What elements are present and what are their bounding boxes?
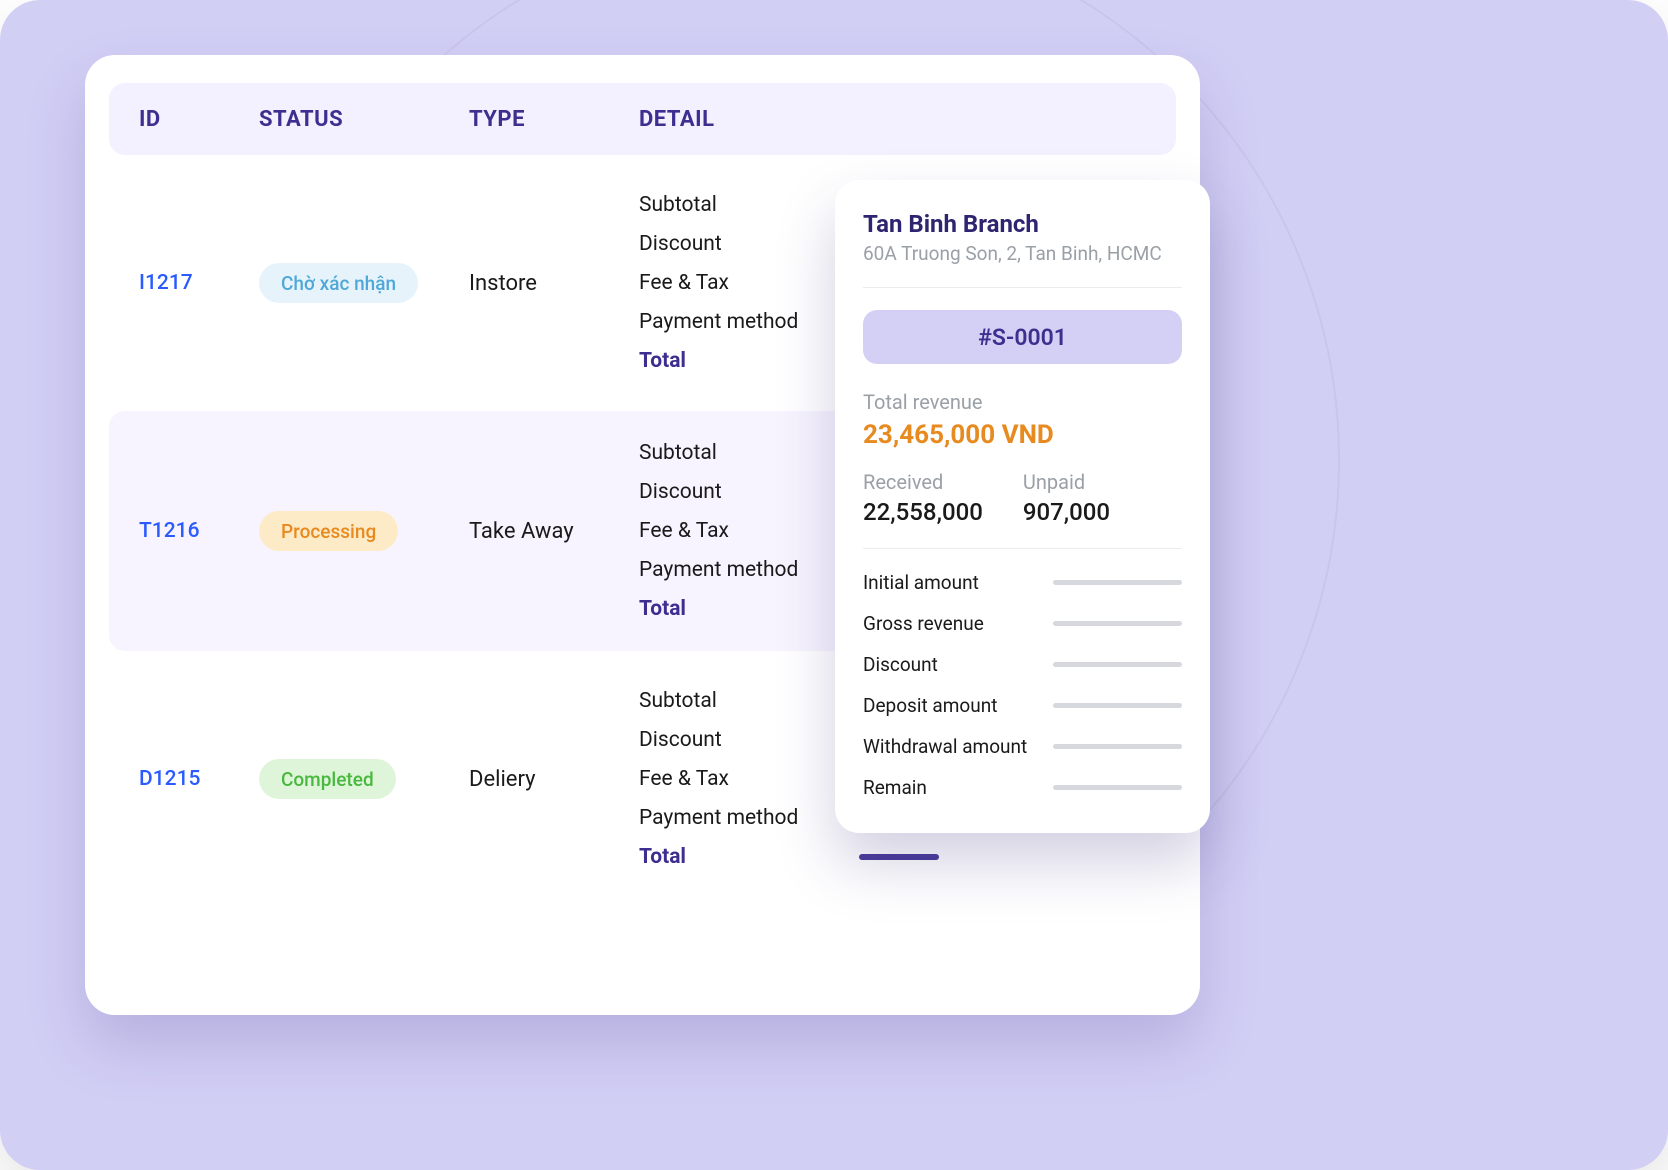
header-id: ID [139,107,259,132]
status-pill: Completed [259,759,396,799]
metric-list: Initial amount Gross revenue Discount Depos… [863,571,1182,799]
unpaid-block: Unpaid 907,000 [1023,470,1110,526]
value-bar [1053,744,1182,749]
detail-total: Total [639,845,1146,869]
order-type: Take Away [469,441,639,621]
metric-label: Deposit amount [863,694,1033,717]
value-bar [1053,621,1182,626]
branch-address: 60A Truong Son, 2, Tan Binh, HCMC [863,242,1182,265]
divider [863,287,1182,288]
canvas: ID STATUS TYPE DETAIL I1217 Chờ xác nhận… [0,0,1668,1170]
metric-label: Discount [863,653,1033,676]
unpaid-label: Unpaid [1023,470,1110,494]
order-status: Chờ xác nhận [259,193,469,373]
order-type: Deliery [469,689,639,869]
metric-label: Initial amount [863,571,1033,594]
metric-line: Discount [863,653,1182,676]
metric-label: Gross revenue [863,612,1033,635]
metric-line: Withdrawal amount [863,735,1182,758]
branch-name: Tan Binh Branch [863,210,1182,238]
value-bar [1053,785,1182,790]
received-block: Received 22,558,000 [863,470,983,526]
order-status: Completed [259,689,469,869]
status-pill: Chờ xác nhận [259,263,418,303]
header-detail: DETAIL [639,107,1146,132]
received-unpaid-row: Received 22,558,000 Unpaid 907,000 [863,470,1182,526]
status-pill: Processing [259,511,398,551]
unpaid-value: 907,000 [1023,498,1110,526]
branch-summary-card: Tan Binh Branch 60A Truong Son, 2, Tan B… [835,180,1210,833]
header-type: TYPE [469,107,639,132]
value-bar [1053,662,1182,667]
metric-line: Gross revenue [863,612,1182,635]
order-type: Instore [469,193,639,373]
total-revenue-label: Total revenue [863,390,1182,414]
metric-line: Remain [863,776,1182,799]
order-status: Processing [259,441,469,621]
order-id[interactable]: I1217 [139,193,259,373]
received-label: Received [863,470,983,494]
value-bar [859,854,939,860]
divider [863,548,1182,549]
table-header: ID STATUS TYPE DETAIL [109,83,1176,155]
metric-line: Deposit amount [863,694,1182,717]
received-value: 22,558,000 [863,498,983,526]
session-id-pill[interactable]: #S-0001 [863,310,1182,364]
metric-label: Withdrawal amount [863,735,1033,758]
header-status: STATUS [259,107,469,132]
value-bar [1053,580,1182,585]
total-revenue-value: 23,465,000 VND [863,420,1182,450]
order-id[interactable]: T1216 [139,441,259,621]
order-id[interactable]: D1215 [139,689,259,869]
metric-line: Initial amount [863,571,1182,594]
value-bar [1053,703,1182,708]
metric-label: Remain [863,776,1033,799]
